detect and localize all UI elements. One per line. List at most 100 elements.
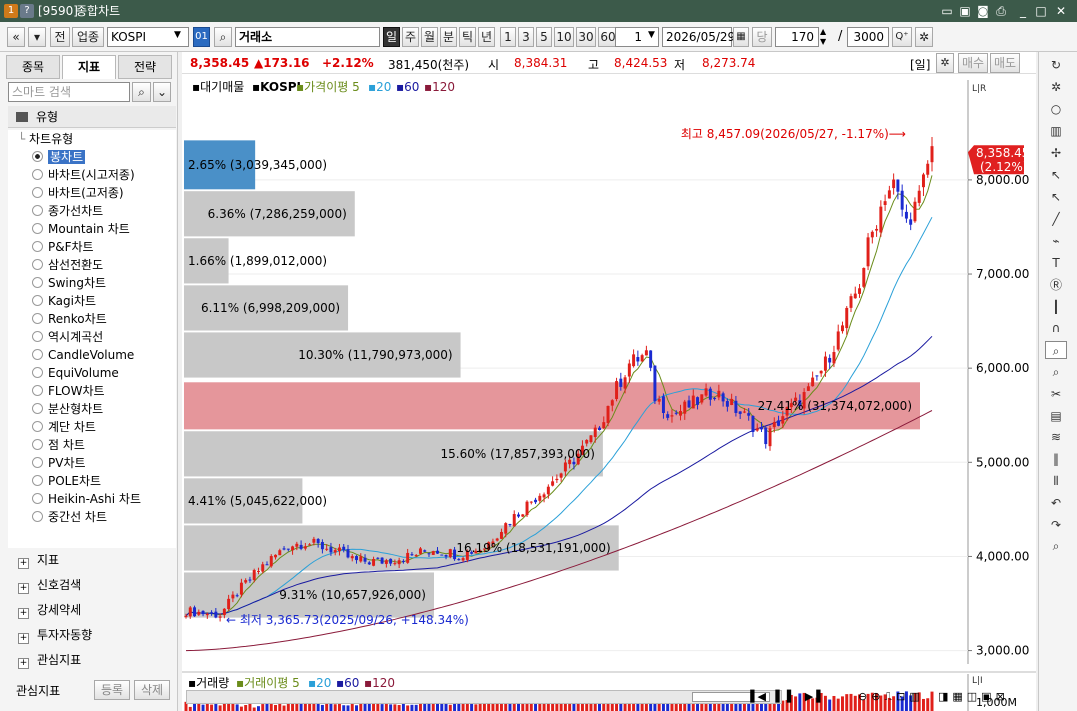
crosshair-icon[interactable]: ✢ (1045, 144, 1067, 162)
radio-icon[interactable] (32, 223, 43, 234)
period-button[interactable]: 월 (421, 27, 438, 47)
collapse-icon[interactable]: ⌄ (153, 82, 171, 102)
minimize-button[interactable]: _ (1016, 4, 1030, 18)
settings-icon[interactable]: ✲ (936, 53, 954, 73)
calendar-icon[interactable]: ▦ (733, 27, 749, 47)
radio-icon[interactable] (32, 277, 43, 288)
expand-icon[interactable]: + (18, 583, 29, 594)
section-item[interactable]: + 투자자동향 (8, 623, 176, 648)
chart-type-item[interactable]: 봉차트 (8, 148, 176, 166)
radio-icon[interactable] (32, 187, 43, 198)
total-count-input[interactable]: 3000 (847, 27, 889, 47)
auto-trend-icon[interactable]: ⌁ (1045, 232, 1067, 250)
view-count-input[interactable]: 170 (775, 27, 819, 47)
radio-icon[interactable] (32, 313, 43, 324)
radio-icon[interactable] (32, 367, 43, 378)
zoom-out-icon[interactable]: ⌕ (1045, 363, 1067, 381)
zoom-in-icon[interactable]: Q⁺ (892, 27, 912, 47)
period-button[interactable]: 분 (440, 27, 457, 47)
playback-controls[interactable]: ▐◀ ▌▌ ▶▌ (746, 690, 828, 703)
spinner-icon[interactable]: ▲ ▼ (820, 27, 826, 47)
tab-stock[interactable]: 종목 (6, 55, 60, 79)
section-item[interactable]: + 지표 (8, 548, 176, 573)
delete-button[interactable]: 삭제 (134, 680, 170, 700)
interval-button[interactable]: 1 (500, 27, 516, 47)
radio-icon[interactable] (32, 241, 43, 252)
register-button[interactable]: 등록 (94, 680, 130, 700)
radio-icon[interactable] (32, 295, 43, 306)
period-button[interactable]: 틱 (459, 27, 476, 47)
bar-chart-icon[interactable]: ▥ (1045, 122, 1067, 140)
pointer-icon[interactable]: ↖ (1045, 166, 1067, 184)
chart-type-item[interactable]: CandleVolume (8, 346, 176, 364)
chart-type-item[interactable]: 분산형차트 (8, 400, 176, 418)
period-button[interactable]: 년 (478, 27, 495, 47)
gear-icon[interactable]: ✲ (1045, 78, 1067, 96)
save-icon[interactable]: ▣ (958, 4, 972, 18)
period-button[interactable]: 일 (383, 27, 400, 47)
search-icon[interactable]: ⌕ (132, 82, 151, 102)
radio-icon[interactable] (32, 439, 43, 450)
chart-type-item[interactable]: 삼선전환도 (8, 256, 176, 274)
radio-icon[interactable] (32, 457, 43, 468)
sell-button[interactable]: 매도 (990, 53, 1020, 73)
gann-icon[interactable]: ≋ (1045, 428, 1067, 446)
line-icon[interactable]: ╱ (1045, 210, 1067, 228)
redo-icon[interactable]: ↷ (1045, 516, 1067, 534)
chart-area[interactable]: 8,358.45 ▲173.16 +2.12% 381,450(천주) 시 8,… (182, 52, 1036, 711)
camera-icon[interactable]: ◙ (976, 4, 990, 18)
chart-type-item[interactable]: 계단 차트 (8, 418, 176, 436)
text-icon[interactable]: T (1045, 254, 1067, 272)
radio-icon[interactable] (32, 205, 43, 216)
grid-icon[interactable]: ▤ (1045, 407, 1067, 425)
interval-button[interactable]: 5 (536, 27, 552, 47)
radio-icon[interactable] (32, 493, 43, 504)
scale-icon[interactable]: L|R (972, 84, 986, 94)
print-icon[interactable]: ⎙ (994, 4, 1008, 18)
layout-icon[interactable]: ▭ (940, 4, 954, 18)
circle-icon[interactable]: ○ (1045, 100, 1067, 118)
bars-icon[interactable]: ‖ (1045, 450, 1067, 468)
chart-scrollbar[interactable] (186, 690, 782, 704)
search-icon[interactable]: ⌕ (214, 27, 232, 47)
chart-type-item[interactable]: 종가선차트 (8, 202, 176, 220)
stock-button[interactable]: 전 (50, 27, 70, 47)
period-button[interactable]: 주 (402, 27, 419, 47)
chart-type-item[interactable]: 바차트(시고저종) (8, 166, 176, 184)
magnet-icon[interactable]: ∩ (1045, 319, 1067, 337)
chart-type-item[interactable]: 중간선 차트 (8, 508, 176, 526)
chart-type-item[interactable]: P&F차트 (8, 238, 176, 256)
candle-icon[interactable]: ┃ (1045, 298, 1067, 316)
settings-icon[interactable]: ✲ (915, 27, 933, 47)
expand-icon[interactable]: + (18, 633, 29, 644)
scale-icon[interactable]: L|I (972, 676, 983, 686)
expand-icon[interactable]: + (18, 658, 29, 669)
chart-type-item[interactable]: 바차트(고저종) (8, 184, 176, 202)
close-button[interactable]: ✕ (1054, 4, 1068, 18)
pointer-icon[interactable]: ↖ (1045, 188, 1067, 206)
zoom-icon[interactable]: ⌕ (1045, 341, 1067, 360)
maximize-button[interactable]: □ (1034, 4, 1048, 18)
chart-type-node[interactable]: └ 차트유형 (8, 130, 176, 148)
expand-icon[interactable]: + (18, 608, 29, 619)
price-chart[interactable]: ▪대기매물 ▪KOSPI▪가격이평 5 ▪20 ▪60 ▪120 L|R 3,000.00 4… (182, 74, 1036, 711)
chevron-down-icon[interactable]: ▼ (174, 30, 181, 40)
view-controls[interactable]: ◨▦◫▣⊠ (938, 690, 1009, 703)
interval-button[interactable]: 3 (518, 27, 534, 47)
tab-indicator[interactable]: 지표 (62, 55, 116, 79)
radio-icon[interactable] (32, 331, 43, 342)
search-icon[interactable]: ⌕ (1045, 537, 1067, 555)
scissor-icon[interactable]: ✂ (1045, 385, 1067, 403)
bars-icon[interactable]: ⦀ (1045, 472, 1067, 490)
chart-type-item[interactable]: EquiVolume (8, 364, 176, 382)
chart-type-item[interactable]: Mountain 차트 (8, 220, 176, 238)
buy-button[interactable]: 매수 (958, 53, 988, 73)
smart-search-input[interactable]: 스마트 검색 (8, 82, 130, 102)
type-header[interactable]: 유형 (8, 106, 176, 128)
section-item[interactable]: + 신호검색 (8, 573, 176, 598)
refresh-icon[interactable]: ↻ (1045, 56, 1067, 74)
chart-type-item[interactable]: Renko차트 (8, 310, 176, 328)
code-button[interactable]: 01 (193, 27, 210, 47)
chart-type-item[interactable]: 역시계곡선 (8, 328, 176, 346)
radio-icon[interactable] (32, 421, 43, 432)
